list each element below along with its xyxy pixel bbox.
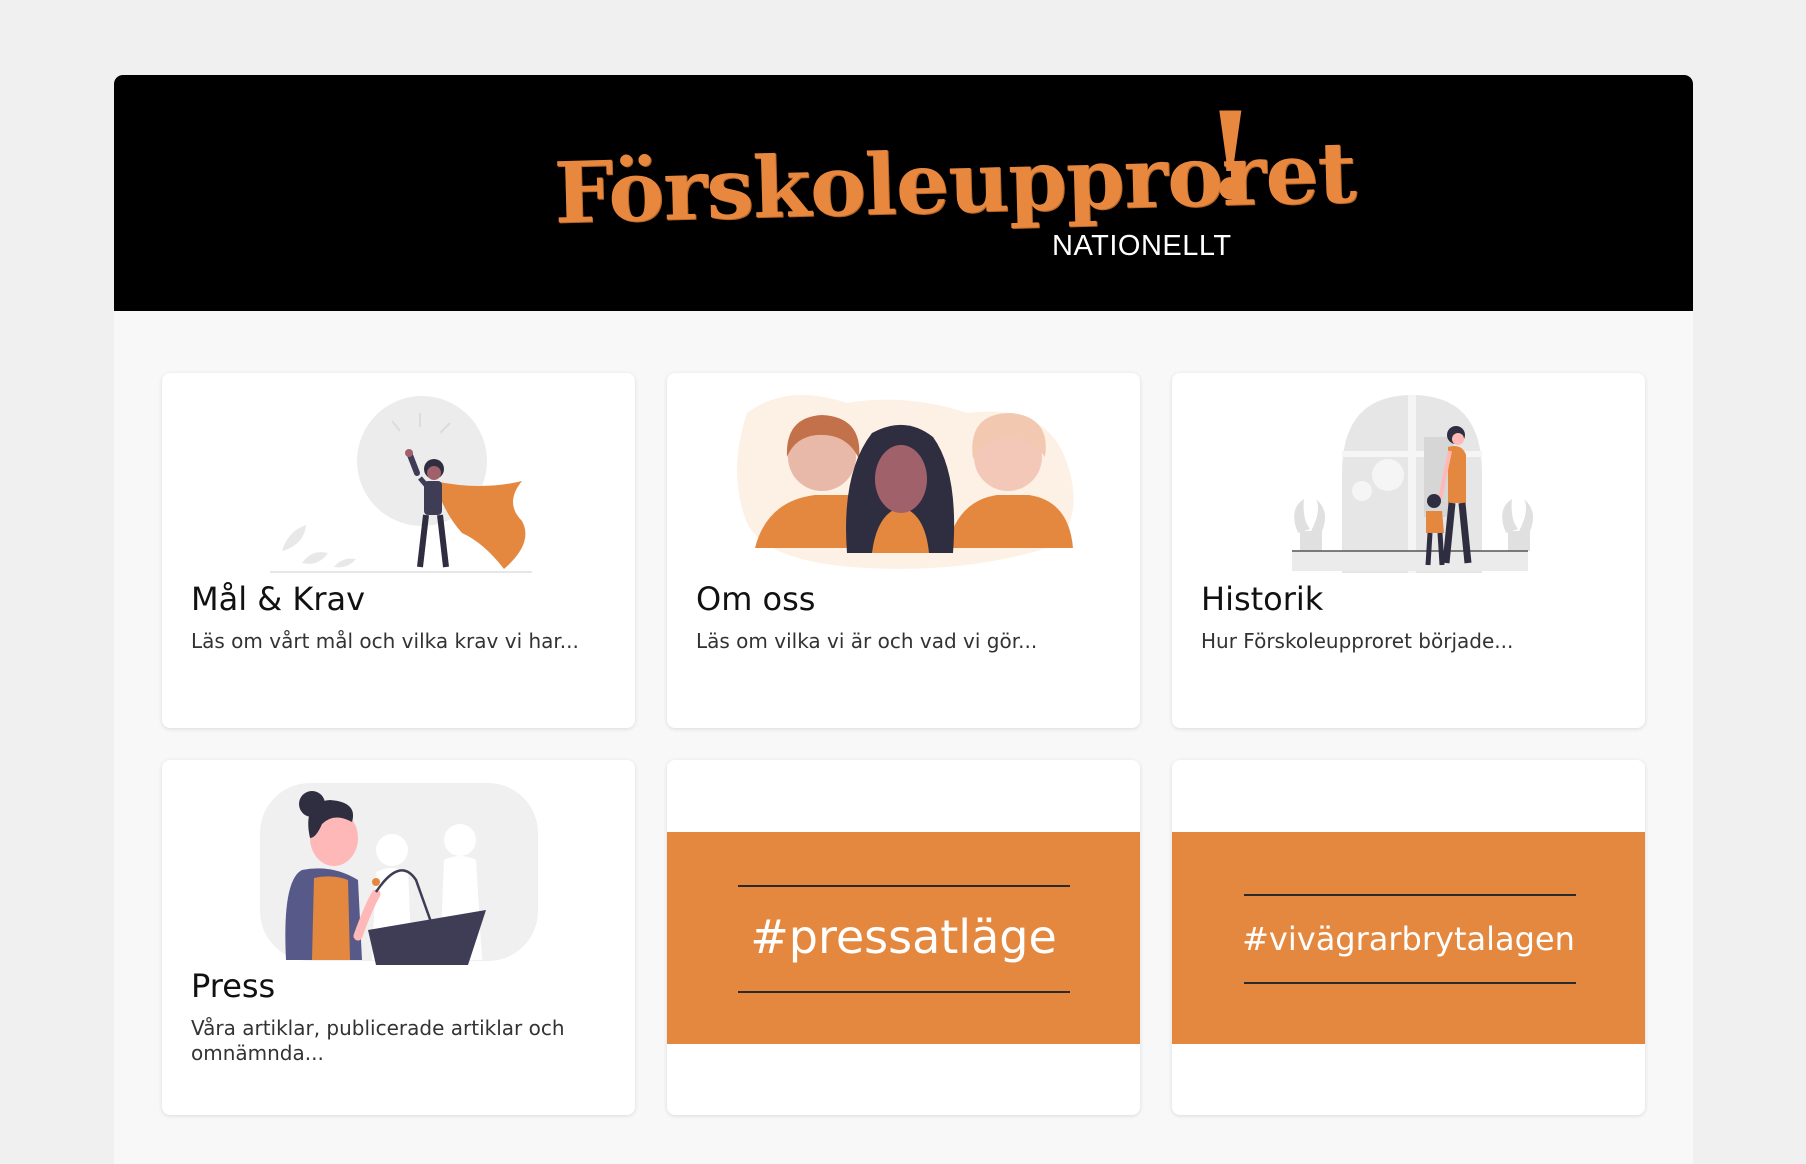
window-family-illustration [1292, 395, 1534, 573]
card-title: Press [191, 967, 276, 1005]
card-title: Mål & Krav [191, 580, 366, 618]
divider [738, 991, 1070, 993]
divider [738, 885, 1070, 887]
hashtag-text: #pressatläge [750, 910, 1057, 964]
press-speaker-illustration [260, 783, 538, 965]
hashtag-text: #vivägrarbrytalagen [1242, 920, 1575, 958]
card-historik[interactable]: Historik Hur Förskoleupproret började... [1172, 373, 1645, 728]
hashtag-banner: #vivägrarbrytalagen [1172, 832, 1645, 1044]
card-om-oss[interactable]: Om oss Läs om vilka vi är och vad vi gör… [667, 373, 1140, 728]
logo-subtitle: NATIONELLT [1052, 230, 1232, 262]
card-description: Läs om vilka vi är och vad vi gör... [696, 629, 1038, 653]
card-mal-krav[interactable]: Mål & Krav Läs om vårt mål och vilka kra… [162, 373, 635, 728]
group-people-illustration [737, 395, 1074, 569]
header-banner: Förskoleupproret ! NATIONELLT [114, 75, 1693, 311]
card-pressatlage[interactable]: #pressatläge [667, 760, 1140, 1115]
logo-exclamation: ! [1204, 86, 1257, 227]
hashtag-banner: #pressatläge [667, 832, 1140, 1044]
superhero-illustration [270, 396, 532, 573]
card-description: Hur Förskoleupproret började... [1201, 629, 1514, 653]
divider [1244, 982, 1576, 984]
card-vivagrarbrytalagen[interactable]: #vivägrarbrytalagen [1172, 760, 1645, 1115]
card-description: Våra artiklar, publicerade artiklar och … [191, 1016, 565, 1065]
divider [1244, 894, 1576, 896]
card-press[interactable]: Press Våra artiklar, publicerade artikla… [162, 760, 635, 1115]
card-title: Historik [1201, 580, 1324, 618]
page-frame: Förskoleupproret ! NATIONELLT Mål & Krav [114, 75, 1693, 1164]
card-description: Läs om vårt mål och vilka krav vi har... [191, 629, 579, 653]
card-title: Om oss [696, 580, 816, 618]
